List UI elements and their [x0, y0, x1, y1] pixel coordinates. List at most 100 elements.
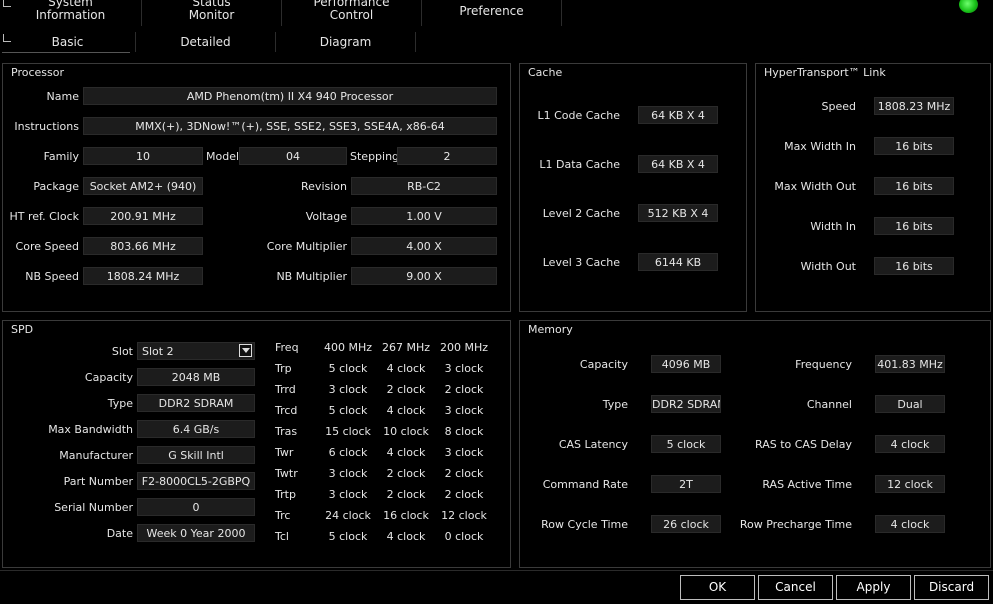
tab-performance-control[interactable]: Performance Control — [282, 0, 422, 26]
slot-select[interactable]: Slot 2 — [137, 342, 255, 360]
slot-label: Slot — [111, 345, 133, 358]
timing-cell: 12 clock — [441, 509, 487, 522]
nb-multiplier-value: 9.00 X — [351, 267, 497, 285]
timing-cell: 3 clock — [444, 446, 484, 459]
l1-data-cache-label: L1 Data Cache — [539, 158, 620, 171]
nb-speed-value: 1808.24 MHz — [83, 267, 203, 285]
model-label: Model — [206, 150, 240, 163]
mem-capacity-label: Capacity — [579, 358, 628, 371]
timing-cell: 3 clock — [444, 362, 484, 375]
ht-speed-value: 1808.23 MHz — [874, 97, 954, 115]
family-label: Family — [43, 150, 79, 163]
serial-number-label: Serial Number — [54, 501, 133, 514]
core-multiplier-label: Core Multiplier — [266, 240, 347, 253]
timing-name: Twtr — [275, 467, 298, 480]
timing-name: Trp — [275, 362, 292, 375]
timing-cell: 3 clock — [444, 404, 484, 417]
timing-cell: 8 clock — [444, 425, 484, 438]
nb-multiplier-label: NB Multiplier — [276, 270, 347, 283]
voltage-value: 1.00 V — [351, 207, 497, 225]
spd-panel: SPD Slot Slot 2 Capacity 2048 MB Type DD… — [2, 320, 511, 568]
timing-cell: 200 MHz — [439, 341, 489, 354]
timing-name: Trcd — [275, 404, 298, 417]
width-out-label: Width Out — [800, 260, 856, 273]
timing-name: Trtp — [275, 488, 296, 501]
table-row: Tcl 5 clock 4 clock 0 clock — [265, 527, 505, 548]
max-width-in-label: Max Width In — [784, 140, 856, 153]
processor-title: Processor — [11, 66, 64, 79]
frequency-value: 401.83 MHz — [875, 355, 945, 373]
max-width-out-label: Max Width Out — [774, 180, 856, 193]
cache-panel: Cache L1 Code Cache 64 KB X 4 L1 Data Ca… — [519, 63, 747, 312]
l3-cache-label: Level 3 Cache — [542, 256, 620, 269]
timing-name: Freq — [275, 341, 299, 354]
width-out-value: 16 bits — [874, 257, 954, 275]
subtab-diagram[interactable]: Diagram — [276, 32, 416, 52]
bottom-divider — [0, 570, 993, 571]
tab-status-label-2: Monitor — [188, 8, 235, 22]
apply-button[interactable]: Apply — [836, 575, 911, 600]
manufacturer-value: G Skill Intl — [137, 446, 255, 464]
part-number-label: Part Number — [63, 475, 133, 488]
cas-latency-label: CAS Latency — [558, 438, 628, 451]
ht-speed-label: Speed — [821, 100, 856, 113]
timing-name: Tcl — [275, 530, 289, 543]
ok-button[interactable]: OK — [680, 575, 755, 600]
package-value: Socket AM2+ (940) — [83, 177, 203, 195]
table-row: Trrd 3 clock 2 clock 2 clock — [265, 380, 505, 401]
spd-capacity-label: Capacity — [84, 371, 133, 384]
l2-cache-label: Level 2 Cache — [542, 207, 620, 220]
timing-cell: 2 clock — [444, 467, 484, 480]
manufacturer-label: Manufacturer — [59, 449, 133, 462]
table-row: Freq 400 MHz 267 MHz 200 MHz — [265, 338, 505, 359]
table-row: Trp 5 clock 4 clock 3 clock — [265, 359, 505, 380]
processor-panel: Processor Name AMD Phenom(tm) II X4 940 … — [2, 63, 511, 312]
tab-status-monitor[interactable]: Status Monitor — [142, 0, 282, 26]
mem-type-value: DDR2 SDRAM — [651, 395, 721, 413]
date-label: Date — [106, 527, 133, 540]
cancel-button[interactable]: Cancel — [758, 575, 833, 600]
subtab-diagram-label: Diagram — [319, 35, 372, 49]
spd-timings-table: Freq 400 MHz 267 MHz 200 MHz Trp 5 clock… — [265, 338, 505, 558]
l3-cache-value: 6144 KB — [638, 253, 718, 271]
subtab-underline — [2, 52, 130, 53]
cache-title: Cache — [528, 66, 563, 79]
core-multiplier-value: 4.00 X — [351, 237, 497, 255]
max-bandwidth-label: Max Bandwidth — [48, 423, 133, 436]
ras-to-cas-label: RAS to CAS Delay — [755, 438, 852, 451]
slot-select-value: Slot 2 — [142, 345, 174, 358]
tab-preference[interactable]: Preference — [422, 0, 562, 26]
subtab-basic[interactable]: Basic — [0, 32, 136, 52]
timing-cell: 2 clock — [444, 383, 484, 396]
name-label: Name — [46, 90, 79, 103]
tab-system-information[interactable]: System Information — [0, 0, 142, 26]
spd-type-value: DDR2 SDRAM — [137, 394, 255, 412]
subtab-detailed[interactable]: Detailed — [136, 32, 276, 52]
row-cycle-value: 26 clock — [651, 515, 721, 533]
timing-name: Twr — [275, 446, 294, 459]
l1-code-cache-label: L1 Code Cache — [537, 109, 621, 122]
nb-speed-label: NB Speed — [25, 270, 79, 283]
memory-title: Memory — [528, 323, 573, 336]
processor-name-value: AMD Phenom(tm) II X4 940 Processor — [83, 87, 497, 105]
hypertransport-panel: HyperTransport™ Link Speed 1808.23 MHz M… — [755, 63, 991, 312]
tab-performance-label-2: Control — [329, 8, 374, 22]
chevron-down-icon[interactable] — [239, 344, 252, 357]
core-speed-label: Core Speed — [15, 240, 79, 253]
mem-type-label: Type — [602, 398, 628, 411]
timing-cell: 2 clock — [444, 488, 484, 501]
channel-label: Channel — [806, 398, 852, 411]
family-value: 10 — [83, 147, 203, 165]
row-precharge-value: 4 clock — [875, 515, 945, 533]
package-label: Package — [33, 180, 79, 193]
status-led-icon — [959, 0, 978, 13]
memory-panel: Memory Capacity 4096 MB Frequency 401.83… — [519, 320, 991, 568]
max-width-out-value: 16 bits — [874, 177, 954, 195]
date-value: Week 0 Year 2000 — [137, 524, 255, 542]
hypertransport-title: HyperTransport™ Link — [764, 66, 886, 79]
subtab-corner-icon — [3, 34, 11, 42]
table-row: Trcd 5 clock 4 clock 3 clock — [265, 401, 505, 422]
revision-label: Revision — [301, 180, 347, 193]
discard-button[interactable]: Discard — [914, 575, 989, 600]
table-row: Trtp 3 clock 2 clock 2 clock — [265, 485, 505, 506]
